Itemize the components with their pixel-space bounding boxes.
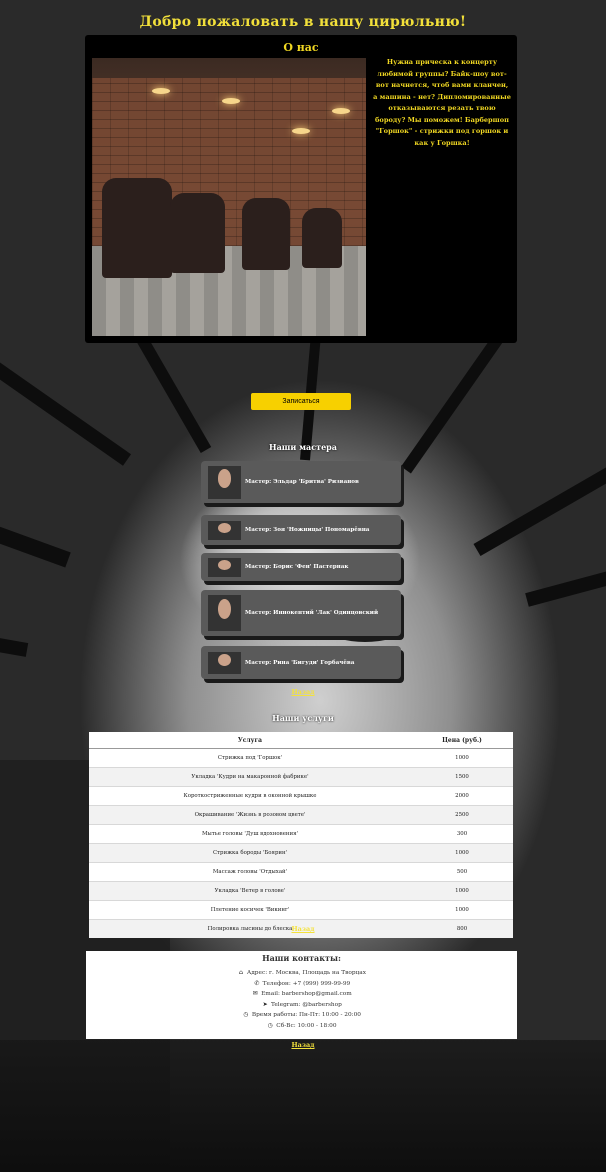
table-row: Стрижка бороды 'Боярин' 1000 <box>89 843 513 863</box>
contacts-back-link[interactable]: Назад <box>0 1041 606 1049</box>
service-name: Окрашивание 'Жизнь в розовом цвете' <box>89 805 411 825</box>
master-photo <box>208 520 241 540</box>
master-photo <box>208 651 241 674</box>
service-name: Мытье головы 'Душ вдохновения' <box>89 824 411 844</box>
service-price: 1500 <box>411 767 513 787</box>
service-price: 300 <box>411 824 513 844</box>
table-row: Укладка 'Кудри на макаронной фабрике' 150… <box>89 767 513 787</box>
master-name: Мастер: Иннокентий 'Лак' Одинцовский <box>245 610 379 616</box>
contact-address: ⌂ Адрес: г. Москва, Площадь на Творцах <box>86 968 517 979</box>
service-name: Массаж головы 'Отдыхай' <box>89 862 411 882</box>
masters-back-link[interactable]: Назад <box>0 688 606 696</box>
contact-hours-weekdays: ◷ Время работы: Пн-Пт: 10:00 - 20:00 <box>86 1010 517 1021</box>
master-card[interactable]: Мастер: Рина 'Бигуди' Горбачёва <box>201 646 401 679</box>
service-name: Плетение косичек 'Викинг' <box>89 900 411 920</box>
table-row: Укладка 'Ветер в голове' 1000 <box>89 881 513 901</box>
table-row: Мытье головы 'Душ вдохновения' 300 <box>89 824 513 844</box>
master-name: Мастер: Эльдар 'Бритва' Ризванов <box>245 479 359 485</box>
barbershop-photo <box>92 58 366 336</box>
table-row: Массаж головы 'Отдыхай' 500 <box>89 862 513 882</box>
master-photo <box>208 557 241 577</box>
master-card[interactable]: Мастер: Иннокентий 'Лак' Одинцовский <box>201 590 401 636</box>
phone-icon: ✆ <box>254 980 260 987</box>
service-name: Стрижка бороды 'Боярин' <box>89 843 411 863</box>
service-price: 1000 <box>411 900 513 920</box>
service-price: 1000 <box>411 748 513 768</box>
service-price: 1000 <box>411 843 513 863</box>
master-name: Мастер: Рина 'Бигуди' Горбачёва <box>245 659 355 666</box>
master-name: Мастер: Зоя 'Ножницы' Пономарёвна <box>245 527 370 533</box>
service-name: Укладка 'Ветер в голове' <box>89 881 411 901</box>
column-header-service: Услуга <box>89 732 411 749</box>
contact-telegram[interactable]: ➤ Telegram: @barbershop <box>86 1000 517 1011</box>
about-text: Нужна прическа к концерту любимой группы… <box>373 58 511 147</box>
column-header-price: Цена (руб.) <box>411 732 513 749</box>
table-row: Стрижка под 'Горшок' 1000 <box>89 748 513 768</box>
contacts-section: Наши контакты: ⌂ Адрес: г. Москва, Площа… <box>86 951 517 1039</box>
home-icon: ⌂ <box>238 970 244 976</box>
services-heading: Наши услуги <box>272 713 334 723</box>
mail-icon: ✉ <box>252 991 258 998</box>
master-card[interactable]: Мастер: Борис 'Фен' Пастернак <box>201 553 401 581</box>
contact-email[interactable]: ✉ Email: barbershop@gmail.com <box>86 989 517 1000</box>
table-row: Короткостриженные кудри в оконной крышке… <box>89 786 513 806</box>
signup-button[interactable]: Записаться <box>251 393 351 410</box>
service-price: 2000 <box>411 786 513 806</box>
contact-phone: ✆ Телефон: +7 (999) 999-99-99 <box>86 979 517 990</box>
page-title: Добро пожаловать в нашу цирюльню! <box>139 14 467 30</box>
clock-icon: ◷ <box>243 1012 249 1019</box>
table-header-row: Услуга Цена (руб.) <box>89 732 513 749</box>
clock-icon: ◷ <box>267 1022 273 1029</box>
master-card[interactable]: Мастер: Зоя 'Ножницы' Пономарёвна <box>201 515 401 545</box>
telegram-icon: ➤ <box>262 1001 268 1008</box>
service-name: Укладка 'Кудри на макаронной фабрике' <box>89 767 411 787</box>
master-photo <box>208 465 241 499</box>
service-name: Короткостриженные кудри в оконной крышке <box>89 786 411 806</box>
about-heading: О нас <box>283 41 319 54</box>
contact-hours-weekend: ◷ Сб-Вс: 10:00 - 18:00 <box>86 1021 517 1032</box>
service-price: 2500 <box>411 805 513 825</box>
service-price: 1000 <box>411 881 513 901</box>
master-card[interactable]: Мастер: Эльдар 'Бритва' Ризванов <box>201 461 401 503</box>
service-price: 500 <box>411 862 513 882</box>
master-name: Мастер: Борис 'Фен' Пастернак <box>245 564 349 570</box>
service-name: Стрижка под 'Горшок' <box>89 748 411 768</box>
masters-heading: Наши мастера <box>269 442 337 452</box>
contacts-heading: Наши контакты: <box>262 953 341 963</box>
table-row: Плетение косичек 'Викинг' 1000 <box>89 900 513 920</box>
services-back-link[interactable]: Назад <box>0 925 606 933</box>
about-section: О нас Нужна прическа к концерту любимой … <box>85 35 517 343</box>
services-table: Услуга Цена (руб.) Стрижка под 'Горшок' 1… <box>89 732 513 938</box>
master-photo <box>208 595 241 631</box>
table-row: Окрашивание 'Жизнь в розовом цвете' 2500 <box>89 805 513 825</box>
